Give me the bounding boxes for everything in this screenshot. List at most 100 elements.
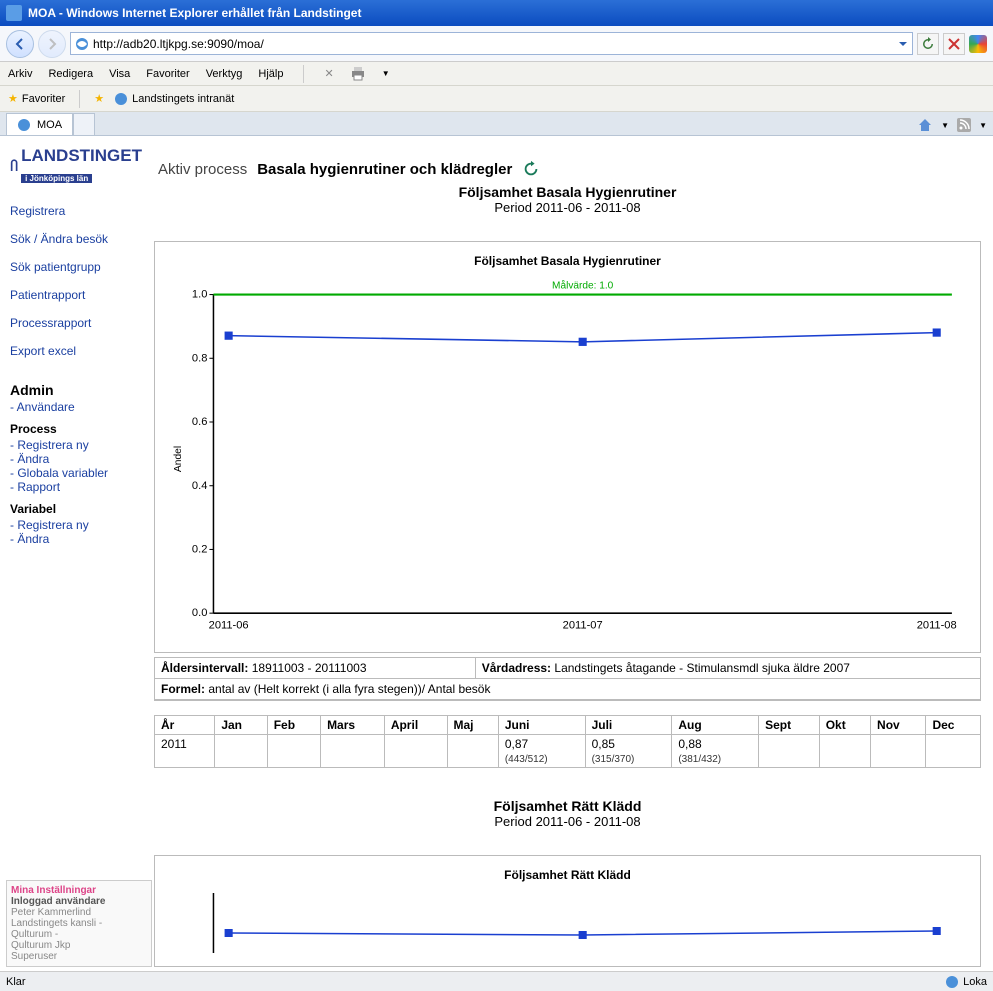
dropdown-icon[interactable]: ▼: [979, 121, 987, 130]
new-tab-button[interactable]: [73, 113, 95, 135]
nav-sok-andra-besok[interactable]: Sök / Ändra besök: [10, 232, 142, 246]
logo-subtext: i Jönköpings län: [21, 174, 92, 183]
admin-variabel-registrera-ny[interactable]: - Registrera ny: [10, 518, 142, 532]
svg-text:0.4: 0.4: [192, 480, 207, 492]
logo-text: LANDSTINGET: [21, 146, 142, 166]
svg-text:2011-06: 2011-06: [209, 620, 249, 632]
logo: LANDSTINGET i Jönköpings län: [10, 146, 142, 186]
rss-icon[interactable]: [957, 118, 971, 132]
svg-text:0.2: 0.2: [192, 543, 207, 555]
admin-process-andra[interactable]: - Ändra: [10, 452, 142, 466]
user-org1: Landstingets kansli -: [11, 918, 147, 929]
chart2-card: Följsamhet Rätt Klädd: [154, 855, 981, 967]
favorites-label: Favoriter: [22, 93, 65, 105]
dropdown-icon[interactable]: [898, 39, 908, 49]
info-aldersintervall: Åldersintervall: 18911003 - 20111003: [155, 658, 476, 678]
menu-redigera[interactable]: Redigera: [48, 68, 93, 80]
table-row: 2011 0,87(443/512) 0,85(315/370) 0,88(38…: [155, 735, 981, 768]
menu-arkiv[interactable]: Arkiv: [8, 68, 32, 80]
menu-hjalp[interactable]: Hjälp: [258, 68, 283, 80]
admin-rapport[interactable]: - Rapport: [10, 480, 142, 494]
dropdown-icon[interactable]: ▼: [941, 121, 949, 130]
admin-heading: Admin: [10, 382, 142, 398]
fav-link-intranat[interactable]: Landstingets intranät: [114, 92, 234, 106]
status-klar: Klar: [6, 976, 26, 988]
login-info-box: Mina Inställningar Inloggad användare Pe…: [6, 880, 152, 967]
window-title: MOA - Windows Internet Explorer erhållet…: [28, 6, 361, 20]
home-icon[interactable]: [917, 117, 933, 133]
zone-icon: [945, 975, 959, 989]
nav-registrera[interactable]: Registrera: [10, 204, 142, 218]
admin-globala-variabler[interactable]: - Globala variabler: [10, 466, 142, 480]
process-header: Aktiv process Basala hygienrutiner och k…: [158, 160, 981, 178]
refresh-button[interactable]: [917, 33, 939, 55]
search-provider-icon[interactable]: [969, 35, 987, 53]
chart1-title: Följsamhet Basala Hygienrutiner: [154, 184, 981, 200]
fav-link-label: Landstingets intranät: [132, 93, 234, 105]
svg-text:Andel: Andel: [173, 446, 184, 472]
chart1-period: Period 2011-06 - 2011-08: [154, 200, 981, 215]
forward-button[interactable]: [38, 30, 66, 58]
main-content: Aktiv process Basala hygienrutiner och k…: [150, 136, 993, 987]
nav-export-excel[interactable]: Export excel: [10, 344, 142, 358]
info-formel: Formel: antal av (Helt korrekt (i alla f…: [155, 679, 980, 699]
favorites-button[interactable]: ★ Favoriter: [8, 92, 65, 105]
admin-variabel-heading: Variabel: [10, 502, 142, 516]
admin-process-heading: Process: [10, 422, 142, 436]
chart1-inner-title: Följsamhet Basala Hygienrutiner: [155, 254, 980, 268]
refresh-icon[interactable]: [522, 160, 540, 178]
nav-patientrapport[interactable]: Patientrapport: [10, 288, 142, 302]
svg-text:1.0: 1.0: [192, 289, 207, 301]
nav-sok-patientgrupp[interactable]: Sök patientgrupp: [10, 260, 142, 274]
mina-installningar-link[interactable]: Mina Inställningar: [11, 885, 147, 896]
close-tab-icon[interactable]: ✕: [324, 67, 333, 80]
chart1-plot: 0.0 0.2 0.4 0.6 0.8 1.0 Målvärde: 1.0: [173, 274, 962, 644]
stop-button[interactable]: [943, 33, 965, 55]
svg-text:0.0: 0.0: [192, 607, 207, 619]
status-bar: Klar Loka: [0, 971, 993, 991]
menu-visa[interactable]: Visa: [109, 68, 130, 80]
menu-verktyg[interactable]: Verktyg: [206, 68, 243, 80]
star-add-icon: ★: [94, 92, 104, 105]
ie-page-icon: [114, 92, 128, 106]
chart1-card: Följsamhet Basala Hygienrutiner 0.0 0.2 …: [154, 241, 981, 653]
printer-icon[interactable]: [350, 67, 366, 81]
data-table: ÅrJanFeb MarsAprilMaj JuniJuliAug SeptOk…: [154, 715, 981, 768]
table-header-row: ÅrJanFeb MarsAprilMaj JuniJuliAug SeptOk…: [155, 716, 981, 735]
svg-text:2011-08: 2011-08: [917, 620, 957, 632]
dropdown-icon[interactable]: ▼: [382, 69, 390, 78]
tab-row: MOA ▼ ▼: [0, 112, 993, 136]
tab-moa[interactable]: MOA: [6, 113, 73, 135]
admin-process-registrera-ny[interactable]: - Registrera ny: [10, 438, 142, 452]
inloggad-label: Inloggad användare: [11, 896, 147, 907]
ie-page-icon: [17, 118, 31, 132]
user-name: Peter Kammerlind: [11, 907, 147, 918]
admin-anvandare[interactable]: - Användare: [10, 400, 142, 414]
user-role: Superuser: [11, 951, 147, 962]
star-icon: ★: [8, 92, 18, 105]
menu-bar: Arkiv Redigera Visa Favoriter Verktyg Hj…: [0, 62, 993, 86]
admin-variabel-andra[interactable]: - Ändra: [10, 532, 142, 546]
svg-text:0.6: 0.6: [192, 416, 207, 428]
process-label: Aktiv process: [158, 161, 247, 178]
back-button[interactable]: [6, 30, 34, 58]
logo-icon: [10, 152, 19, 180]
svg-text:2011-07: 2011-07: [563, 620, 603, 632]
user-org2: Qulturum -: [11, 929, 147, 940]
chart2-title: Följsamhet Rätt Klädd: [154, 798, 981, 814]
add-favorite-button[interactable]: ★: [94, 92, 104, 105]
nav-processrapport[interactable]: Processrapport: [10, 316, 142, 330]
status-zone: Loka: [963, 976, 987, 988]
address-bar[interactable]: [70, 32, 913, 55]
chart1-target-label: Målvärde: 1.0: [552, 279, 614, 291]
window-titlebar: MOA - Windows Internet Explorer erhållet…: [0, 0, 993, 26]
address-input[interactable]: [93, 37, 894, 51]
process-value: Basala hygienrutiner och klädregler: [257, 161, 512, 178]
menu-favoriter[interactable]: Favoriter: [146, 68, 189, 80]
sidebar: LANDSTINGET i Jönköpings län Registrera …: [0, 136, 150, 987]
favorites-bar: ★ Favoriter ★ Landstingets intranät: [0, 86, 993, 112]
tab-label: MOA: [37, 119, 62, 131]
chart2-period: Period 2011-06 - 2011-08: [154, 814, 981, 829]
nav-toolbar: [0, 26, 993, 62]
info-vardadress: Vårdadress: Landstingets åtagande - Stim…: [476, 658, 980, 678]
